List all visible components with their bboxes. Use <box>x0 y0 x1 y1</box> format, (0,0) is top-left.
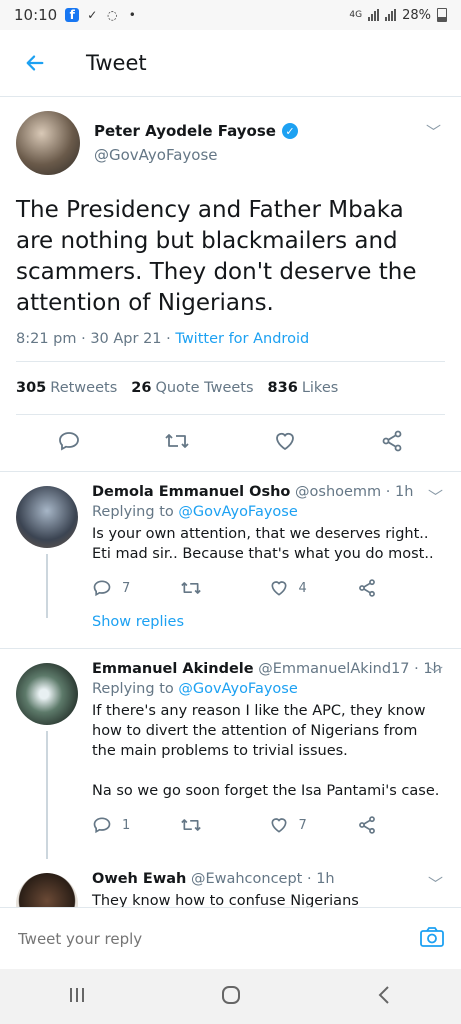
tweet-actions <box>16 415 445 471</box>
app-header: Tweet <box>0 30 461 97</box>
reply-avatar[interactable] <box>16 663 78 725</box>
replying-to: Replying to @GovAyoFayose <box>92 504 298 520</box>
reply-author-handle[interactable]: @Ewahconcept <box>191 871 302 887</box>
tweet-meta: 8:21 pm · 30 Apr 21 · Twitter for Androi… <box>16 331 445 362</box>
share-icon <box>358 579 375 597</box>
tweet-stats: 305 Retweets 26 Quote Tweets 836 Likes <box>16 362 445 415</box>
home-icon <box>221 985 240 1004</box>
chevron-down-icon[interactable]: ﹀ <box>428 663 443 684</box>
retweet-button[interactable] <box>164 429 190 457</box>
chevron-down-icon[interactable]: ﹀ <box>428 486 443 507</box>
reply-actions: 1 7 <box>92 805 445 845</box>
heart-icon <box>270 818 287 833</box>
battery-percent: 28% <box>402 7 431 23</box>
download-done-icon: ✓ <box>87 8 98 22</box>
tweet-author: Peter Ayodele Fayose ✓ @GovAyoFayose ﹀ <box>16 111 445 175</box>
reply-time: · 1h <box>302 871 335 887</box>
reply-share-button[interactable] <box>357 815 445 835</box>
reply-share-button[interactable] <box>357 578 445 598</box>
thread-line <box>46 731 48 859</box>
reply-like-button[interactable]: 4 <box>269 578 357 598</box>
status-right: 4G 28% <box>349 8 447 23</box>
facebook-notification-icon: f <box>65 8 80 22</box>
chevron-left-icon <box>378 985 389 1004</box>
replying-to-link[interactable]: @GovAyoFayose <box>178 504 297 520</box>
reply-author-name[interactable]: Emmanuel Akindele <box>92 661 254 677</box>
status-bar: 10:10 f ✓ ◌ • 4G 28% <box>0 0 461 30</box>
reply-tweet[interactable]: ﹀ Demola Emmanuel Osho @oshoemm · 1h Rep… <box>0 472 461 648</box>
tweet-text: The Presidency and Father Mbaka are noth… <box>16 197 417 316</box>
recent-apps-button[interactable] <box>67 985 87 1009</box>
home-button[interactable] <box>220 984 242 1010</box>
reply-like-button[interactable]: 7 <box>269 815 357 835</box>
reply-composer <box>0 907 461 969</box>
dot-icon: • <box>128 8 136 22</box>
quote-tweets-stat[interactable]: 26 Quote Tweets <box>131 380 253 396</box>
retweet-icon <box>181 819 202 831</box>
network-type: 4G <box>349 10 363 20</box>
recent-apps-icon <box>69 987 84 1002</box>
reply-text: Is your own attention, that we deserves … <box>92 526 434 562</box>
reply-button[interactable] <box>57 429 81 457</box>
camera-icon <box>420 926 444 947</box>
signal-icon-2 <box>385 9 397 21</box>
replying-to-link[interactable]: @GovAyoFayose <box>178 681 297 697</box>
share-icon <box>382 430 402 452</box>
reply-author-handle[interactable]: @oshoemm <box>295 484 381 500</box>
reply-avatar[interactable] <box>16 486 78 548</box>
likes-stat[interactable]: 836 Likes <box>268 380 339 396</box>
retweet-icon <box>165 434 189 448</box>
back-nav-button[interactable] <box>375 984 395 1010</box>
reply-tweet[interactable]: ﹀ Emmanuel Akindele @EmmanuelAkind17 · 1… <box>0 649 461 859</box>
reply-icon <box>93 580 111 597</box>
reply-reply-button[interactable]: 7 <box>92 578 180 598</box>
reply-actions: 7 4 <box>92 568 445 608</box>
reply-retweet-button[interactable] <box>180 815 268 835</box>
status-time: 10:10 <box>14 6 58 24</box>
back-button[interactable] <box>0 52 70 74</box>
retweet-icon <box>181 582 202 594</box>
whatsapp-notification-icon: ◌ <box>106 8 118 22</box>
signal-icon <box>368 9 380 21</box>
heart-icon <box>270 581 287 596</box>
main-tweet: Peter Ayodele Fayose ✓ @GovAyoFayose ﹀ Th… <box>0 97 461 471</box>
show-replies-link[interactable]: Show replies <box>92 608 445 648</box>
tweet-timestamp: 8:21 pm · 30 Apr 21 · <box>16 331 176 347</box>
reply-author-name[interactable]: Demola Emmanuel Osho <box>92 484 290 500</box>
reply-text: If there's any reason I like the APC, th… <box>92 703 440 799</box>
thread-line <box>46 554 48 618</box>
reply-reply-button[interactable]: 1 <box>92 815 180 835</box>
tweet-source-link[interactable]: Twitter for Android <box>175 331 309 347</box>
author-name[interactable]: Peter Ayodele Fayose <box>94 122 276 140</box>
chevron-down-icon[interactable]: ﹀ <box>426 121 441 142</box>
reply-icon <box>93 817 111 834</box>
battery-icon <box>437 8 447 22</box>
page-title: Tweet <box>86 51 147 75</box>
android-nav-bar <box>0 969 461 1024</box>
chevron-down-icon[interactable]: ﹀ <box>428 873 443 894</box>
replying-to: Replying to @GovAyoFayose <box>92 681 298 697</box>
reply-icon <box>59 432 80 451</box>
like-button[interactable] <box>273 429 297 457</box>
author-handle[interactable]: @GovAyoFayose <box>94 146 298 164</box>
reply-author-handle[interactable]: @EmmanuelAkind17 <box>258 661 409 677</box>
back-arrow-icon <box>26 55 44 71</box>
share-icon <box>358 816 375 834</box>
retweets-stat[interactable]: 305 Retweets <box>16 380 117 396</box>
verified-icon: ✓ <box>281 123 298 139</box>
share-button[interactable] <box>380 429 404 457</box>
author-avatar[interactable] <box>16 111 80 175</box>
reply-input[interactable] <box>16 928 419 949</box>
camera-button[interactable] <box>419 925 445 953</box>
reply-retweet-button[interactable] <box>180 578 268 598</box>
reply-time: · 1h <box>381 484 414 500</box>
heart-icon <box>275 432 294 451</box>
reply-author-name[interactable]: Oweh Ewah <box>92 871 186 887</box>
